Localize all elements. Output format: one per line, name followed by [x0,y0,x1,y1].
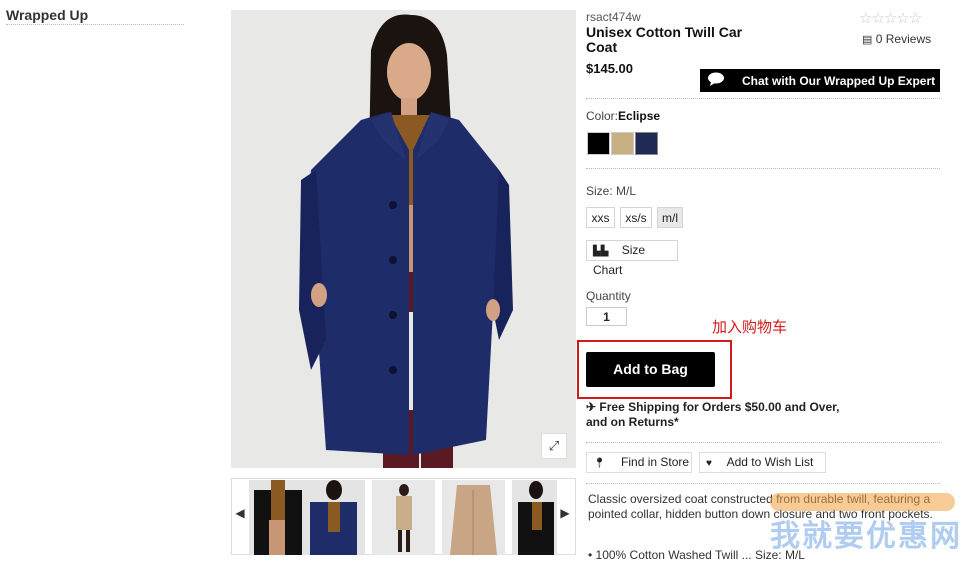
add-to-cart-annotation: 加入购物车 [712,319,788,336]
find-in-store-label: Find in Store [621,455,690,469]
thumb-prev-icon[interactable]: ◀ [233,506,247,520]
thumbnail-3[interactable] [372,480,435,555]
map-pin-icon: 📍︎ [593,458,606,469]
size-option-xxs[interactable]: xxs [586,207,615,228]
size-selected: M/L [616,184,637,198]
thumbnail-4[interactable] [442,480,505,555]
quantity-input[interactable]: 1 [586,307,627,326]
swatch-black[interactable] [587,132,610,155]
product-price: $145.00 [586,61,633,76]
swatch-tan[interactable] [611,132,634,155]
size-chart-button[interactable]: ▙▙ Size Chart [586,240,678,277]
divider [586,442,940,443]
chat-expert-label: Chat with Our Wrapped Up Expert [742,73,936,88]
color-label: Color:Eclipse [586,109,661,123]
product-main-image[interactable] [231,10,576,468]
rating-stars: ☆☆☆☆☆ [859,10,922,27]
chat-expert-button[interactable]: Chat with Our Wrapped Up Expert [700,69,940,92]
sidebar-divider [6,24,184,25]
swatch-eclipse[interactable] [635,132,658,155]
quantity-label: Quantity [586,289,631,303]
model-illustration [231,10,576,468]
expand-image-icon[interactable]: ⤢ [541,433,567,459]
size-option-m-l[interactable]: m/l [657,207,683,228]
divider [586,483,940,484]
thumbnail-2[interactable] [302,480,365,555]
size-label: Size: M/L [586,184,637,198]
size-option-xs-s[interactable]: xs/s [620,207,652,228]
thumbnail-5[interactable] [512,480,575,555]
color-selected: Eclipse [618,109,661,123]
product-sku: rsact474w [586,10,641,24]
chat-bubble-icon [708,72,726,89]
ruler-icon: ▙▙ [593,246,609,257]
sidebar-title[interactable]: Wrapped Up [6,7,88,23]
wish-list-label: Add to Wish List [726,455,814,469]
divider [586,168,940,169]
divider [586,98,940,99]
reviews-link[interactable]: ▤ 0 Reviews [862,32,931,46]
heart-icon: ♥ [706,458,712,469]
watermark-logo: 我就要优惠网 [770,520,962,553]
free-shipping-text: ✈ Free Shipping for Orders $50.00 and Ov… [586,400,840,429]
product-name: Unisex Cotton Twill Car Coat [586,24,743,55]
watermark-bar [770,493,955,511]
comment-icon: ▤ [862,34,873,46]
reviews-label: 0 Reviews [875,32,932,46]
add-to-wish-list-button[interactable]: ♥ Add to Wish List [699,452,826,473]
find-in-store-button[interactable]: 📍︎ Find in Store [586,452,692,473]
add-to-bag-button[interactable]: Add to Bag [586,352,715,387]
